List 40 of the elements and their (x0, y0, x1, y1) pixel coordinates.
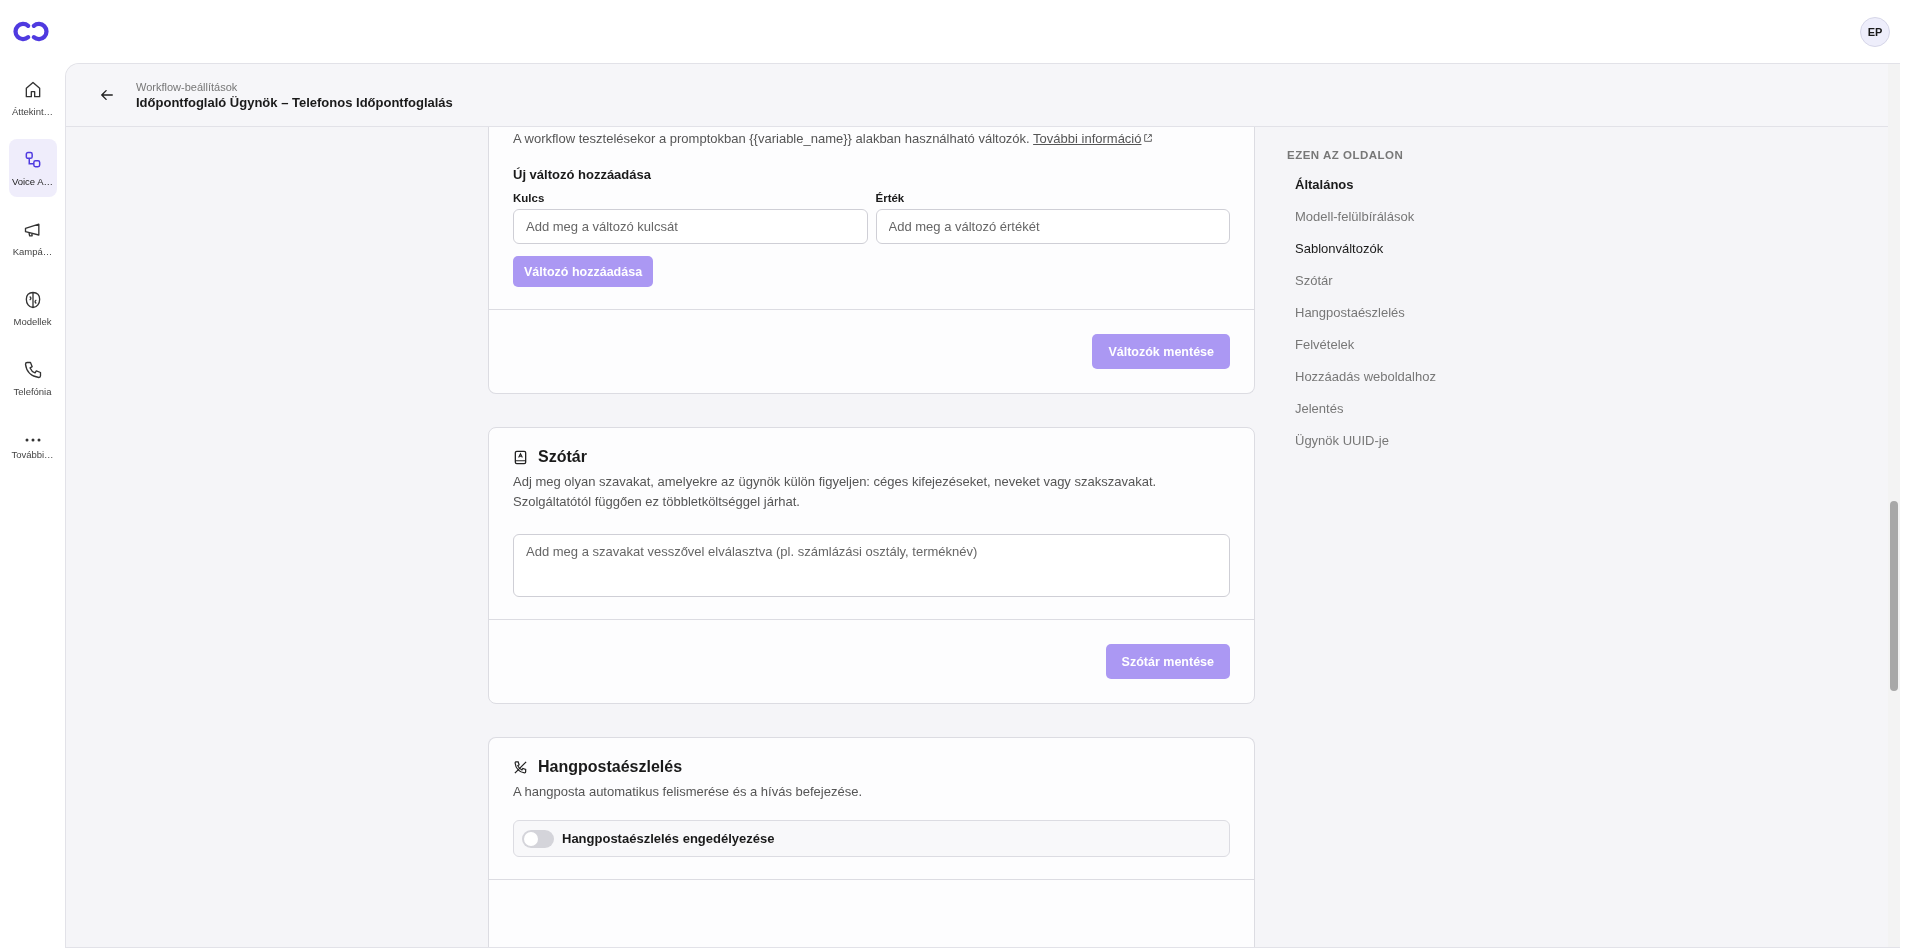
nav-rail-item[interactable]: Kampá… (8, 209, 57, 267)
scrollbar[interactable] (1888, 64, 1900, 947)
nav-rail-item[interactable]: Telefónia (8, 349, 57, 407)
toc-link[interactable]: Hangpostaészlelés (1287, 297, 1413, 329)
field-label: Kulcs (513, 192, 546, 204)
input-field[interactable]: Add meg a változó értékét (875, 209, 1230, 244)
words-text-area[interactable]: Add meg a szavakat vesszővel elválasztva (pl. számlázási osztály, terméknév) (513, 534, 1230, 597)
nav-rail-item[interactable]: Voice A… (8, 139, 57, 197)
toc-link[interactable]: Felvételek (1287, 329, 1363, 361)
more-info-link[interactable]: További információ (1033, 131, 1154, 146)
input-field[interactable]: Add meg a változó kulcsát (513, 209, 868, 244)
toc-link[interactable]: Modell-felülbírálások (1287, 201, 1423, 233)
page-title: Időpontfoglaló Ügynök – Telefonos Időpontfoglalás (136, 94, 453, 110)
card-title: Szótár (538, 448, 587, 466)
book-icon (513, 449, 528, 465)
nav-rail-item[interactable]: Áttekint… (8, 69, 57, 127)
section-subtitle: Új változó hozzáadása (513, 167, 652, 182)
nav-rail-item[interactable]: Modellek (8, 279, 57, 337)
nav-rail-item[interactable]: További… (8, 419, 57, 477)
toc-link[interactable]: Ügynök UUID-je (1287, 425, 1397, 457)
toc-link[interactable]: Hozzáadás weboldalhoz (1287, 361, 1444, 393)
variables-description: A workflow tesztelésekor a promptokban {{variable_name}} alakban használható változók. További információ (513, 129, 1230, 149)
toc-heading: EZEN AZ OLDALON (1287, 149, 1404, 161)
dictionary-description: Adj meg olyan szavakat, amelyekre az ügynök külön figyeljen: céges kifejezéseket, neveket vagy szakszavakat. Szolgáltatótól függően ez többletköltséggel járhat. (513, 473, 1158, 511)
toggle-label: Hangpostaészlelés engedélyezése (562, 831, 775, 846)
logo-icon[interactable] (12, 20, 50, 43)
phone-icon (22, 359, 43, 380)
phone-off-icon (513, 759, 528, 775)
voicemail-description: A hangposta automatikus felismerése és a hívás befejezése. (513, 783, 864, 801)
card-title: Hangpostaészlelés (538, 758, 683, 776)
user-avatar[interactable]: EP (1860, 16, 1890, 47)
toggle-switch[interactable] (522, 829, 554, 848)
back-arrow-icon[interactable] (100, 88, 114, 102)
toc-link[interactable]: Szótár (1287, 265, 1341, 297)
breadcrumb: Workflow-beállítások (136, 80, 239, 93)
external-link-icon (1143, 133, 1154, 143)
toc-link[interactable]: Jelentés (1287, 393, 1352, 425)
toc-link[interactable]: Általános (1287, 169, 1362, 201)
field-label: Érték (875, 192, 906, 204)
toc-link[interactable]: Sablonváltozók (1287, 233, 1392, 265)
